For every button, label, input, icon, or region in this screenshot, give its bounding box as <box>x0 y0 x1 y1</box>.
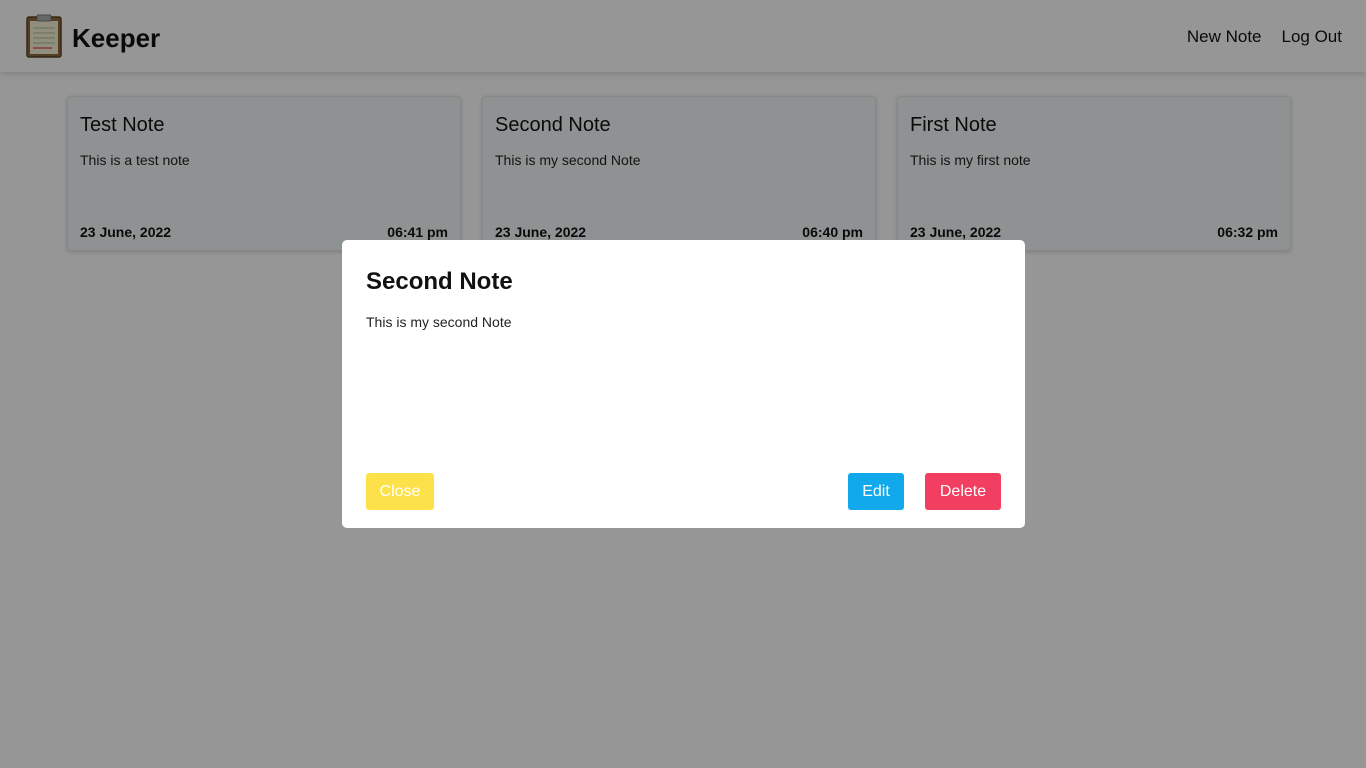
close-button[interactable]: Close <box>366 473 434 510</box>
page: Keeper New Note Log Out Test Note This i… <box>0 0 1366 768</box>
modal-title: Second Note <box>366 268 513 295</box>
delete-button[interactable]: Delete <box>925 473 1001 510</box>
modal-body: This is my second Note <box>366 314 512 330</box>
note-modal: Second Note This is my second Note Close… <box>342 240 1025 528</box>
edit-button[interactable]: Edit <box>848 473 904 510</box>
